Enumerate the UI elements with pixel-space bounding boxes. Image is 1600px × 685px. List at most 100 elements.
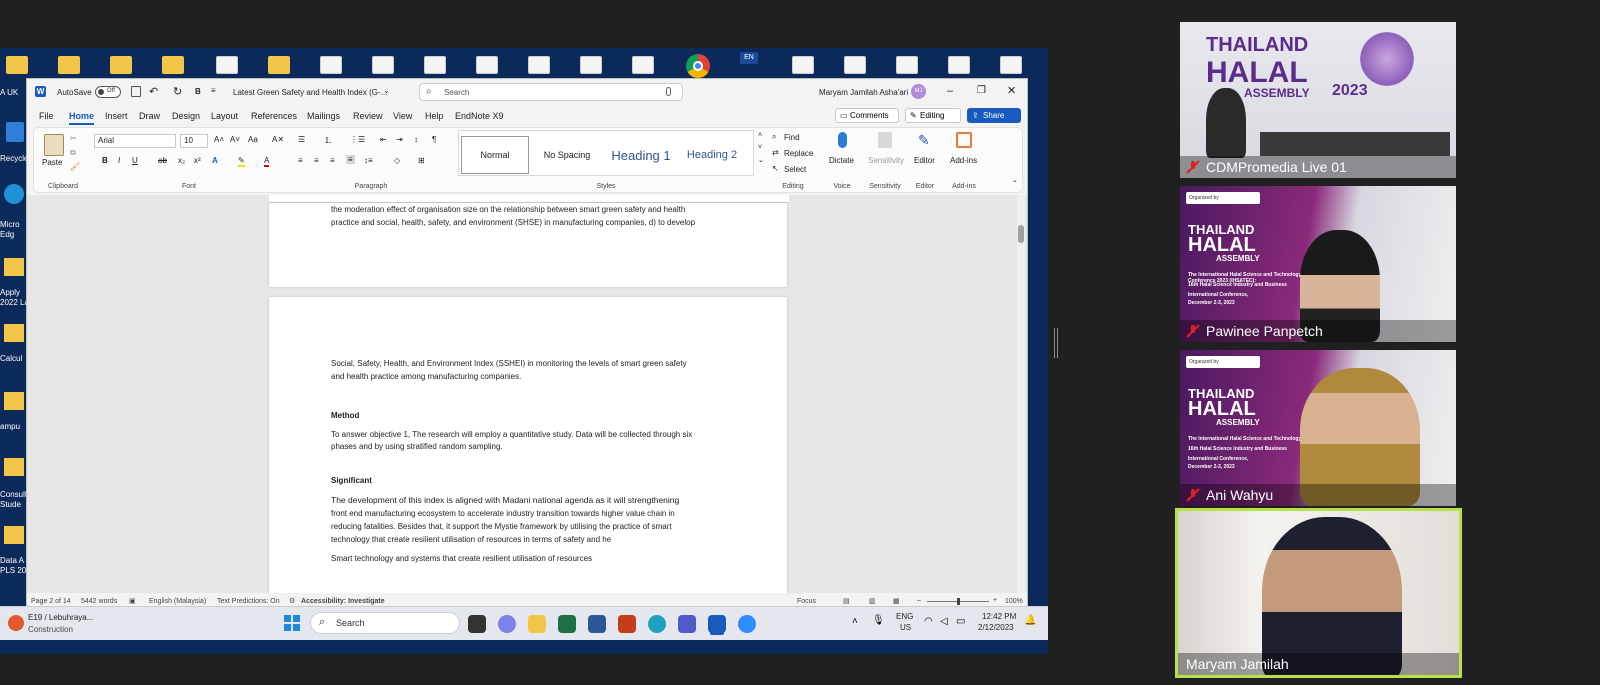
strikethrough-icon[interactable]: ab	[158, 156, 167, 165]
bold-quick-icon[interactable]: B	[195, 87, 201, 96]
edge-icon[interactable]	[648, 615, 666, 633]
word-count[interactable]: 5442 words	[81, 598, 117, 605]
teams-icon[interactable]	[678, 615, 696, 633]
edge-icon[interactable]	[4, 184, 24, 204]
style-heading-2[interactable]: Heading 2	[679, 136, 745, 174]
show-formatting-icon[interactable]: ¶	[432, 135, 436, 144]
multilevel-list-icon[interactable]: ⋮☰	[350, 135, 365, 144]
sort-icon[interactable]: ↕	[414, 135, 418, 144]
decrease-indent-icon[interactable]: ⇤	[380, 135, 387, 144]
document-icon[interactable]	[424, 56, 446, 74]
powerpoint-icon[interactable]	[618, 615, 636, 633]
replace-button[interactable]: Replace	[784, 149, 813, 158]
folder-icon[interactable]	[58, 56, 80, 74]
tab-draw[interactable]: Draw	[139, 111, 160, 121]
folder-icon[interactable]	[4, 392, 24, 410]
addins-icon[interactable]	[956, 132, 972, 148]
battery-icon[interactable]: ▭	[956, 616, 965, 627]
format-painter-icon[interactable]: 🖌	[70, 162, 80, 171]
clock-date[interactable]: 2/12/2023	[978, 623, 1014, 632]
comments-button[interactable]: ▭ Comments	[835, 108, 899, 123]
vertical-scrollbar[interactable]	[1017, 195, 1025, 593]
document-icon[interactable]	[896, 56, 918, 74]
sensitivity-icon[interactable]	[878, 132, 892, 148]
zoom-in-icon[interactable]: +	[993, 597, 997, 604]
folder-icon[interactable]	[4, 324, 24, 342]
scrollbar-thumb[interactable]	[1018, 225, 1024, 243]
align-right-icon[interactable]: ≡	[330, 156, 335, 165]
numbering-icon[interactable]: ⒈	[324, 135, 332, 146]
taskbar-search[interactable]: ⌕ Search	[310, 612, 460, 634]
text-predictions-status[interactable]: Text Predictions: On	[217, 598, 280, 605]
video-tile[interactable]: Organized by THAILAND HALAL ASSEMBLY The…	[1180, 186, 1456, 342]
share-button[interactable]: ⇪ Share	[967, 108, 1021, 123]
language-bottom[interactable]: US	[900, 623, 911, 632]
addins-button[interactable]: Add-ins	[950, 156, 977, 165]
task-view-icon[interactable]	[468, 615, 486, 633]
styles-scroll-down-icon[interactable]: ˅	[758, 144, 762, 151]
document-icon[interactable]	[948, 56, 970, 74]
change-case-icon[interactable]: Aa	[248, 135, 258, 144]
dictate-button[interactable]: Dictate	[829, 156, 854, 165]
split-handle[interactable]	[1054, 328, 1058, 358]
paste-icon[interactable]	[44, 134, 64, 156]
print-layout-icon[interactable]: ▥	[869, 597, 876, 605]
document-icon[interactable]	[476, 56, 498, 74]
folder-icon[interactable]	[4, 258, 24, 276]
underline-icon[interactable]: U	[132, 156, 138, 165]
increase-indent-icon[interactable]: ⇥	[396, 135, 403, 144]
styles-scroll-up-icon[interactable]: ˄	[758, 132, 762, 139]
replace-icon[interactable]: ⇄	[772, 148, 779, 157]
document-icon[interactable]	[792, 56, 814, 74]
page-count[interactable]: Page 2 of 14	[31, 598, 71, 605]
shrink-font-icon[interactable]: A˅	[230, 135, 240, 144]
text-effects-icon[interactable]: A	[212, 156, 218, 165]
copy-icon[interactable]: ⧉	[70, 148, 76, 158]
dictate-icon[interactable]	[838, 132, 847, 148]
document-title[interactable]: Latest Green Safety and Health Index (G-…	[233, 88, 387, 97]
tab-insert[interactable]: Insert	[105, 111, 128, 121]
clock-time[interactable]: 12:42 PM	[982, 612, 1016, 621]
file-explorer-icon[interactable]	[528, 615, 546, 633]
document-icon[interactable]	[844, 56, 866, 74]
editor-icon[interactable]: ✎	[918, 132, 932, 148]
folder-icon[interactable]	[268, 56, 290, 74]
line-spacing-icon[interactable]: ↕≡	[364, 156, 373, 165]
document-canvas[interactable]: the moderation effect of organisation si…	[27, 195, 1027, 593]
style-no-spacing[interactable]: No Spacing	[533, 136, 601, 174]
search-box[interactable]: ⌕ Search	[419, 83, 683, 101]
grow-font-icon[interactable]: A˄	[214, 135, 224, 144]
align-center-icon[interactable]: ≡	[314, 156, 319, 165]
word-taskbar-icon[interactable]	[708, 615, 726, 633]
superscript-icon[interactable]: x²	[194, 156, 201, 165]
minimize-icon[interactable]: –	[947, 85, 953, 97]
zoom-app-icon[interactable]	[738, 615, 756, 633]
outlook-icon[interactable]	[588, 615, 606, 633]
document-icon[interactable]	[1000, 56, 1022, 74]
tab-review[interactable]: Review	[353, 111, 383, 121]
user-avatar[interactable]: MJ	[911, 84, 926, 99]
document-icon[interactable]	[216, 56, 238, 74]
volume-icon[interactable]: ◁	[940, 616, 948, 627]
style-heading-1[interactable]: Heading 1	[605, 136, 677, 174]
chat-icon[interactable]	[498, 615, 516, 633]
bold-icon[interactable]: B	[102, 156, 108, 165]
proofing-icon[interactable]: ▣	[129, 597, 136, 605]
highlight-icon[interactable]: ✎	[238, 156, 245, 167]
document-icon[interactable]	[528, 56, 550, 74]
tab-mailings[interactable]: Mailings	[307, 111, 340, 121]
collapse-ribbon-icon[interactable]: ⌄	[1012, 176, 1018, 184]
tab-endnote[interactable]: EndNote X9	[455, 111, 504, 121]
folder-icon[interactable]	[4, 458, 24, 476]
autosave-toggle[interactable]: Off	[95, 86, 121, 98]
find-icon[interactable]: ⌕	[772, 132, 776, 142]
start-icon[interactable]	[284, 615, 300, 631]
language-status[interactable]: English (Malaysia)	[149, 598, 206, 605]
zoom-out-icon[interactable]: –	[917, 597, 921, 604]
tab-home[interactable]: Home	[69, 111, 95, 125]
italic-icon[interactable]: I	[118, 156, 120, 165]
editing-mode-button[interactable]: ✎ Editing	[905, 108, 961, 123]
align-left-icon[interactable]: ≡	[298, 156, 303, 165]
recycle-bin-icon[interactable]	[6, 122, 24, 142]
document-icon[interactable]	[632, 56, 654, 74]
